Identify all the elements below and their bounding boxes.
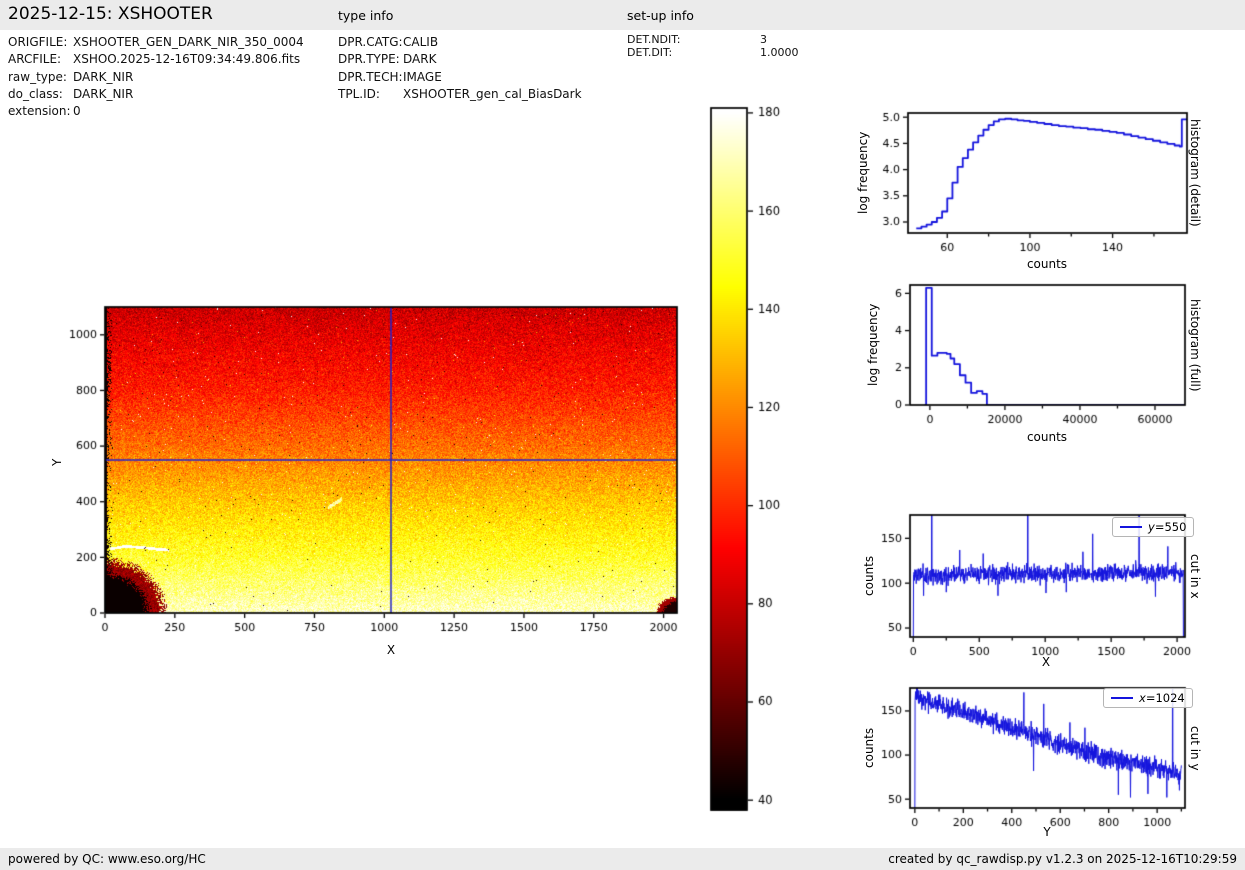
meta-row-arcfile: ARCFILE:XSHOO.2025-12-16T09:34:49.806.fi… xyxy=(8,51,304,68)
meta-label: DPR.TECH: xyxy=(338,69,403,86)
meta-row-ndit: DET.NDIT:3 xyxy=(627,33,799,46)
cutx-legend: y=550 xyxy=(1112,517,1194,537)
qc-report-page: { "header": { "title": "2025-12-15: XSHO… xyxy=(0,0,1245,870)
meta-label: DET.DIT: xyxy=(627,46,760,59)
meta-row-dprtype: DPR.TYPE:DARK xyxy=(338,51,582,68)
meta-label: raw_type: xyxy=(8,69,73,86)
histf-side-label: histogram (full) xyxy=(1188,284,1202,406)
setup-info-heading: set-up info xyxy=(627,8,694,23)
histogram-detail-plot xyxy=(840,100,1245,275)
meta-value: DARK_NIR xyxy=(73,86,133,103)
main-x-axis-label: X xyxy=(341,643,441,657)
meta-value: DARK xyxy=(403,51,436,68)
legend-line-icon xyxy=(1111,697,1133,699)
meta-label: DPR.TYPE: xyxy=(338,51,403,68)
meta-row-origfile: ORIGFILE:XSHOOTER_GEN_DARK_NIR_350_0004 xyxy=(8,34,304,51)
legend-line-icon xyxy=(1120,526,1142,528)
footer-left-text: powered by QC: www.eso.org/HC xyxy=(8,848,206,870)
cuty-legend: x=1024 xyxy=(1103,688,1193,708)
meta-row-dit: DET.DIT:1.0000 xyxy=(627,46,799,59)
meta-row-dprtech: DPR.TECH:IMAGE xyxy=(338,69,582,86)
setup-info-column: DET.NDIT:3 DET.DIT:1.0000 xyxy=(627,33,799,59)
meta-value: XSHOO.2025-12-16T09:34:49.806.fits xyxy=(73,51,300,68)
meta-label: DET.NDIT: xyxy=(627,33,760,46)
histogram-full-plot xyxy=(840,272,1245,447)
meta-value: IMAGE xyxy=(403,69,442,86)
meta-value: XSHOOTER_GEN_DARK_NIR_350_0004 xyxy=(73,34,304,51)
histd-x-axis-label: counts xyxy=(997,257,1097,271)
cuty-y-axis-label: counts xyxy=(862,686,876,810)
meta-label: DPR.CATG: xyxy=(338,34,403,51)
footer-bar: powered by QC: www.eso.org/HC created by… xyxy=(0,848,1245,870)
cuty-x-axis-label: Y xyxy=(997,825,1097,839)
meta-value: 0 xyxy=(73,103,81,120)
colorbar xyxy=(700,100,820,815)
meta-value: 3 xyxy=(760,33,767,46)
meta-row-extension: extension:0 xyxy=(8,103,304,120)
meta-row-doclass: do_class:DARK_NIR xyxy=(8,86,304,103)
cuty-legend-label: x=1024 xyxy=(1139,691,1185,705)
file-info-column: ORIGFILE:XSHOOTER_GEN_DARK_NIR_350_0004 … xyxy=(8,34,304,120)
type-info-heading: type info xyxy=(338,8,393,23)
meta-label: extension: xyxy=(8,103,73,120)
footer-right-text: created by qc_rawdisp.py v1.2.3 on 2025-… xyxy=(888,848,1237,870)
meta-row-rawtype: raw_type:DARK_NIR xyxy=(8,69,304,86)
meta-label: TPL.ID: xyxy=(338,86,403,103)
meta-value: XSHOOTER_gen_cal_BiasDark xyxy=(403,86,582,103)
cutx-x-axis-label: X xyxy=(996,655,1096,669)
meta-row-dprcatg: DPR.CATG:CALIB xyxy=(338,34,582,51)
meta-label: do_class: xyxy=(8,86,73,103)
histd-side-label: histogram (detail) xyxy=(1188,112,1202,234)
meta-label: ORIGFILE: xyxy=(8,34,73,51)
meta-value: CALIB xyxy=(403,34,438,51)
meta-label: ARCFILE: xyxy=(8,51,73,68)
main-y-axis-label: Y xyxy=(50,440,64,485)
detector-image-plot xyxy=(40,280,700,670)
histf-y-axis-label: log frequency xyxy=(866,284,880,406)
meta-value: 1.0000 xyxy=(760,46,799,59)
cutx-legend-label: y=550 xyxy=(1148,520,1186,534)
meta-row-tplid: TPL.ID:XSHOOTER_gen_cal_BiasDark xyxy=(338,86,582,103)
cutx-y-axis-label: counts xyxy=(862,514,876,638)
histf-x-axis-label: counts xyxy=(997,430,1097,444)
type-info-column: DPR.CATG:CALIB DPR.TYPE:DARK DPR.TECH:IM… xyxy=(338,34,582,103)
meta-value: DARK_NIR xyxy=(73,69,133,86)
page-title: 2025-12-15: XSHOOTER xyxy=(8,4,213,24)
histd-y-axis-label: log frequency xyxy=(856,112,870,234)
